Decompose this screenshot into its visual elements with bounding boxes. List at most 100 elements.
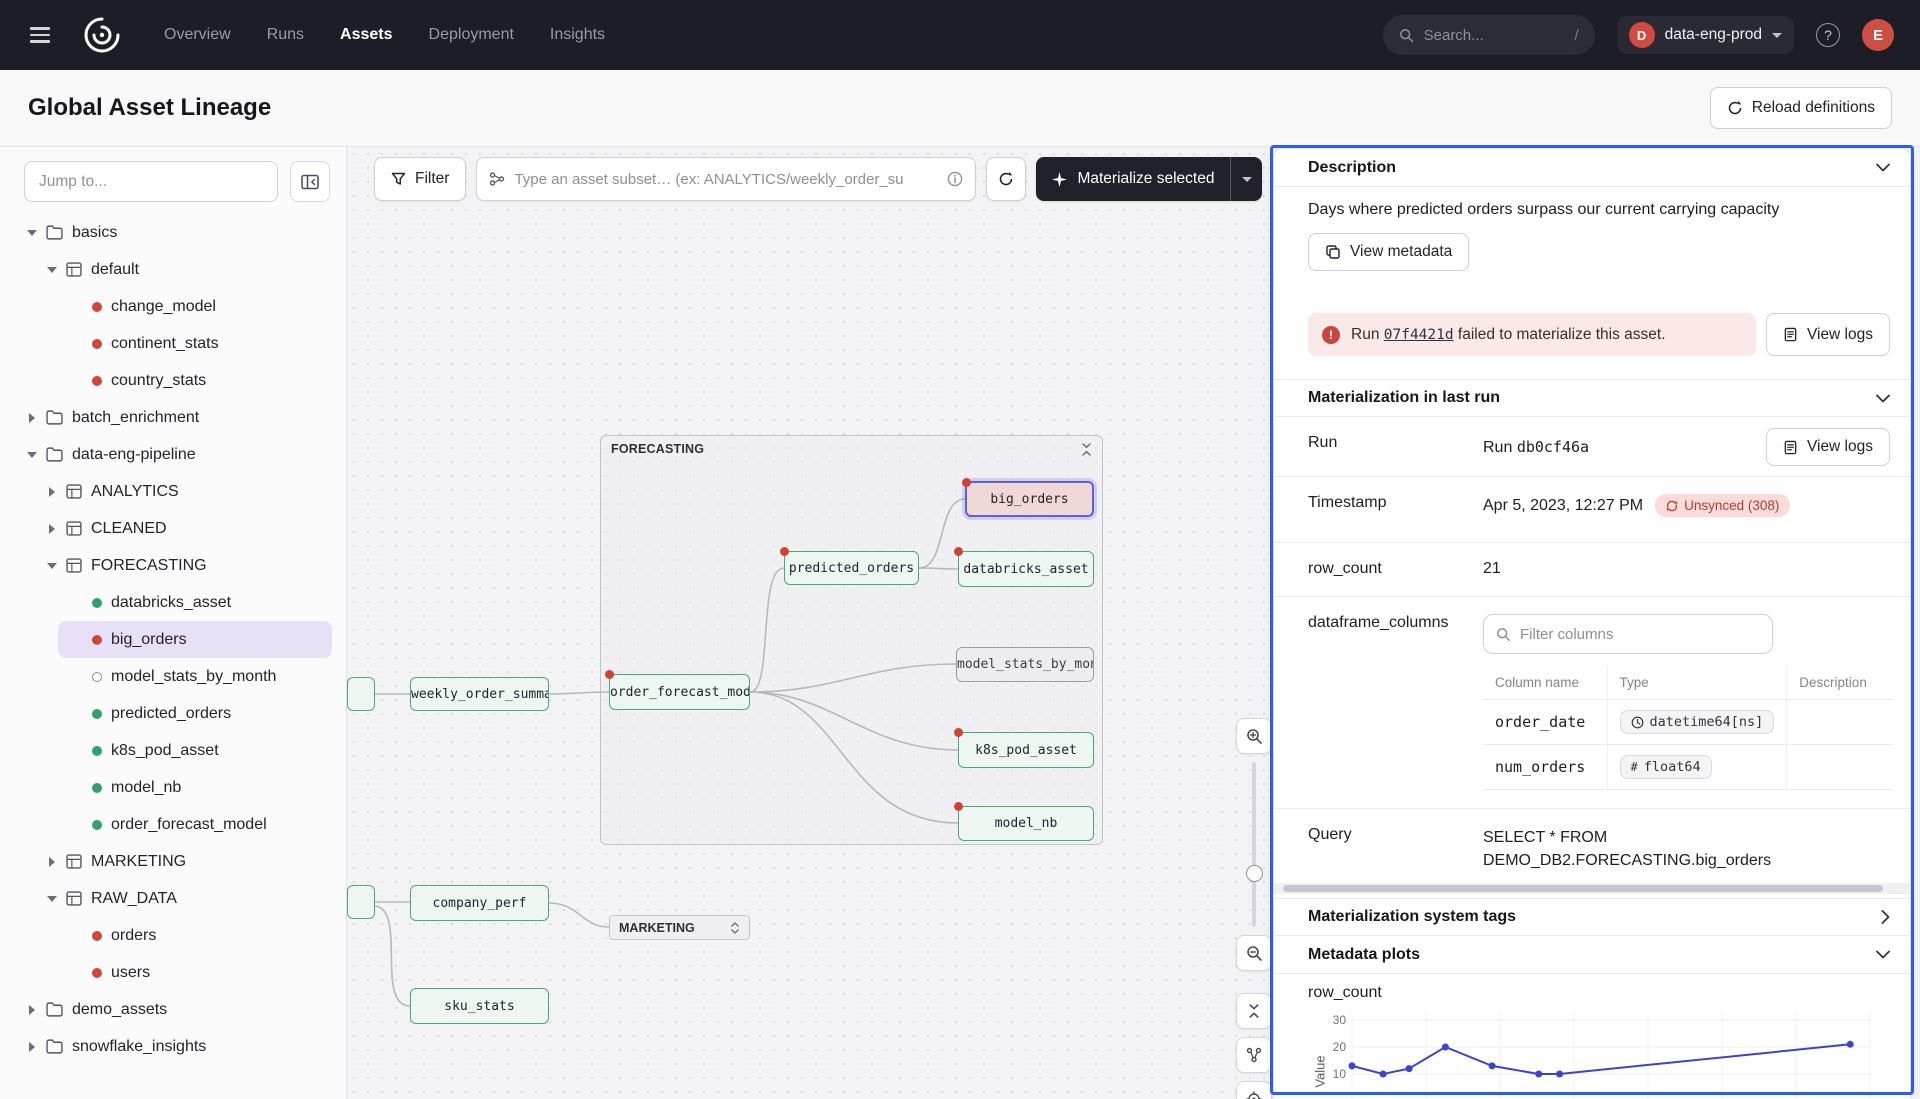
refresh-graph-button[interactable] [986,157,1026,201]
zoom-in-button[interactable] [1236,718,1272,754]
sidebar-item-model_stats_by_month[interactable]: model_stats_by_month [0,658,346,695]
asset-node-big_orders[interactable]: big_orders [965,481,1094,517]
user-avatar[interactable]: E [1862,19,1894,51]
alert-view-logs-button[interactable]: View logs [1766,313,1890,356]
sidebar-item-snowflake_insights[interactable]: snowflake_insights [0,1028,346,1065]
zoom-slider[interactable] [1236,762,1272,927]
tree-caret-icon[interactable] [46,896,57,902]
sidebar-item-databricks_asset[interactable]: databricks_asset [0,584,346,621]
sidebar-item-order_forecast_model[interactable]: order_forecast_model [0,806,346,843]
recenter-button[interactable] [1236,1081,1272,1099]
sidebar-item-k8s_pod_asset[interactable]: k8s_pod_asset [0,732,346,769]
nav-overview[interactable]: Overview [164,26,231,44]
sidebar-item-orders[interactable]: orders [0,917,346,954]
tree-caret-icon[interactable] [26,1005,37,1015]
folder-icon [46,1039,63,1054]
view-logs-button[interactable]: View logs [1766,428,1890,466]
dagster-logo[interactable] [80,13,124,57]
nav-runs[interactable]: Runs [267,26,304,44]
asset-node-model_nb[interactable]: model_nb [958,806,1094,841]
asset-tree-sidebar: basicsdefaultchange_modelcontinent_stats… [0,147,347,1099]
tree-caret-icon[interactable] [26,413,37,423]
sidebar-item-continent_stats[interactable]: continent_stats [0,325,346,362]
collapse-groups-button[interactable] [1236,993,1272,1029]
unsynced-badge[interactable]: Unsynced (308) [1655,494,1790,517]
asset-subset-input[interactable]: Type an asset subset… (ex: ANALYTICS/wee… [476,157,976,201]
description-section-header[interactable]: Description [1274,149,1910,187]
asset-node-model_stats_by_month[interactable]: model_stats_by_month [956,647,1094,682]
info-icon[interactable] [947,171,963,187]
sidebar-item-big_orders[interactable]: big_orders [58,621,332,658]
sidebar-item-ANALYTICS[interactable]: ANALYTICS [0,473,346,510]
run-id[interactable]: db0cf46a [1517,438,1589,456]
metadata-plots-section-header[interactable]: Metadata plots [1274,936,1910,974]
asset-node-weekly_order_summary[interactable]: weekly_order_summary [410,677,549,711]
asset-subset-placeholder: Type an asset subset… (ex: ANALYTICS/wee… [514,171,938,188]
collapse-sidebar-button[interactable] [290,161,330,202]
edge [750,692,958,750]
graph-layout-button[interactable] [1236,1037,1272,1073]
sidebar-item-RAW_DATA[interactable]: RAW_DATA [0,880,346,917]
sidebar-item-predicted_orders[interactable]: predicted_orders [0,695,346,732]
jump-to-input[interactable] [24,161,278,202]
tree-caret-icon[interactable] [26,230,37,236]
tree-item-label: k8s_pod_asset [111,742,219,760]
filter-columns-input[interactable] [1520,626,1760,643]
sidebar-item-country_stats[interactable]: country_stats [0,362,346,399]
horizontal-scrollbar[interactable] [1274,883,1910,894]
tree-caret-icon[interactable] [46,563,57,569]
help-icon[interactable]: ? [1816,23,1840,47]
materialize-selected-button[interactable]: Materialize selected [1036,157,1262,201]
global-search-input[interactable]: Search... / [1383,15,1595,55]
scrollbar-thumb[interactable] [1283,885,1883,892]
view-metadata-button[interactable]: View metadata [1308,233,1469,271]
nav-insights[interactable]: Insights [550,26,605,44]
sidebar-item-batch_enrichment[interactable]: batch_enrichment [0,399,346,436]
zoom-out-button[interactable] [1236,935,1272,971]
target-icon [1246,1091,1262,1099]
system-tags-section-header[interactable]: Materialization system tags [1274,898,1910,936]
reload-definitions-button[interactable]: Reload definitions [1710,87,1892,129]
asset-node-company_perf[interactable]: company_perf [410,885,549,921]
zoom-slider-handle[interactable] [1246,865,1263,882]
group-box-marketing[interactable]: MARKETING [609,915,750,940]
asset-node-k8s_pod_asset[interactable]: k8s_pod_asset [958,732,1094,768]
nav-deployment[interactable]: Deployment [429,26,514,44]
edge [919,568,958,569]
tree-item-label: order_forecast_model [111,816,267,834]
tree-caret-icon[interactable] [46,524,57,534]
sidebar-item-model_nb[interactable]: model_nb [0,769,346,806]
asset-group-icon [66,891,82,906]
failed-run-link[interactable]: 07f4421d [1384,327,1454,343]
expand-group-icon[interactable] [730,922,740,934]
tree-caret-icon[interactable] [46,857,57,867]
sidebar-item-data-eng-pipeline[interactable]: data-eng-pipeline [0,436,346,473]
sidebar-item-change_model[interactable]: change_model [0,288,346,325]
filter-button[interactable]: Filter [374,157,466,201]
materialize-dropdown-button[interactable] [1230,157,1262,201]
sidebar-item-CLEANED[interactable]: CLEANED [0,510,346,547]
tree-caret-icon[interactable] [26,452,37,458]
tree-caret-icon[interactable] [46,267,57,273]
asset-status-dot [92,709,102,719]
sidebar-item-default[interactable]: default [0,251,346,288]
asset-node-predicted_orders[interactable]: predicted_orders [784,551,919,585]
sidebar-item-demo_assets[interactable]: demo_assets [0,991,346,1028]
sidebar-item-FORECASTING[interactable]: FORECASTING [0,547,346,584]
deployment-switcher[interactable]: D data-eng-prod [1617,16,1794,54]
sidebar-item-users[interactable]: users [0,954,346,991]
materialization-section-header[interactable]: Materialization in last run [1274,379,1910,417]
asset-node-order_forecast_model[interactable]: order_forecast_model [609,674,750,710]
sidebar-item-MARKETING[interactable]: MARKETING [0,843,346,880]
asset-node-sku_stats[interactable]: sku_stats [410,988,549,1024]
asset-status-dot [92,339,102,349]
tree-caret-icon[interactable] [46,487,57,497]
nav-assets[interactable]: Assets [340,26,392,44]
asset-node-partial[interactable] [347,885,375,919]
tree-caret-icon[interactable] [26,1042,37,1052]
asset-node-databricks_asset[interactable]: databricks_asset [958,551,1094,587]
tree-item-label: predicted_orders [111,705,231,723]
sidebar-item-basics[interactable]: basics [0,214,346,251]
asset-node-partial[interactable] [347,677,375,711]
menu-icon[interactable] [26,23,54,46]
